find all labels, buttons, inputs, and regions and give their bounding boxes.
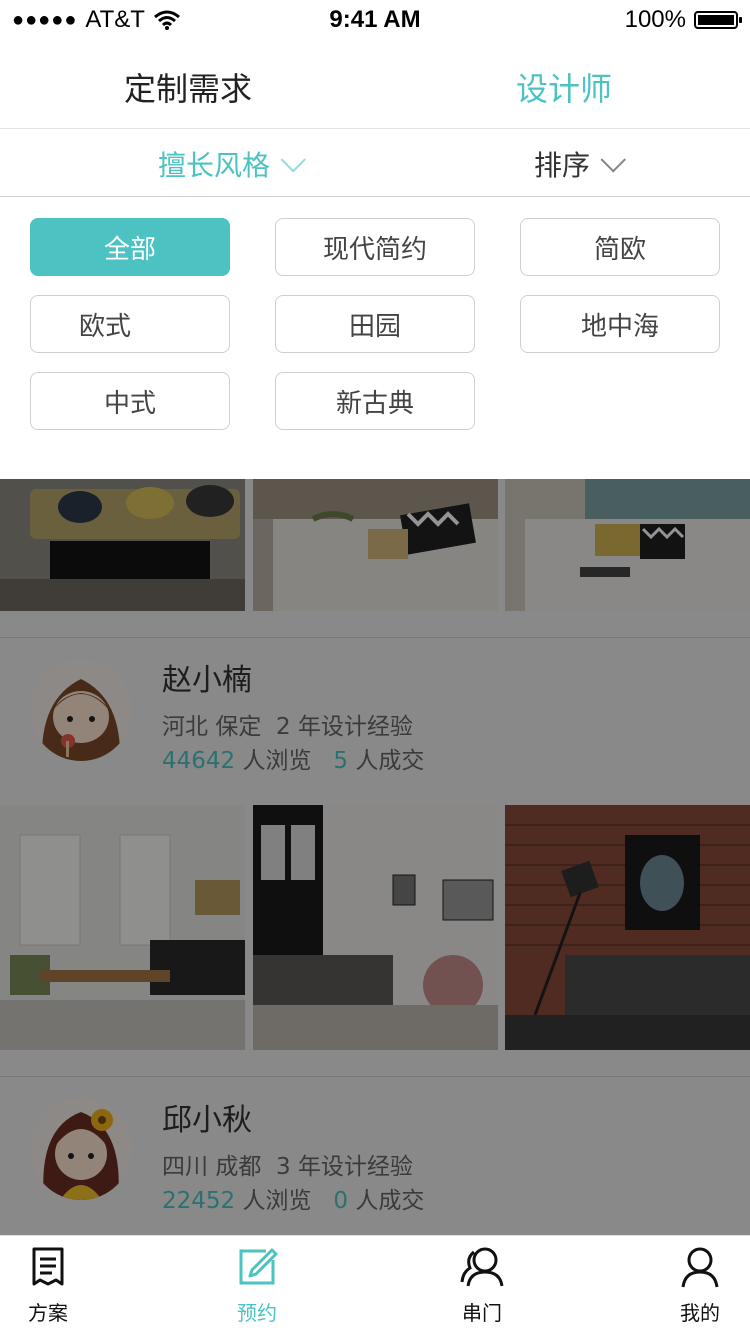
filter-bar: 擅长风格 排序 [0,128,750,197]
style-tag-simple-european[interactable]: 简欧 [520,218,720,276]
sort-label: 排序 [534,149,591,182]
avatar-illustration [30,659,132,761]
avatar-illustration [30,1098,132,1200]
style-tag-modern[interactable]: 现代简约 [275,218,475,276]
document-icon [32,1247,64,1286]
style-filter-dropdown[interactable]: 擅长风格 [158,144,306,184]
bottom-nav: 方案 预约 串门 我的 [0,1235,750,1335]
battery-icon [694,11,742,29]
user-icon [681,1247,719,1288]
battery-percent: 100% [624,6,686,33]
style-tags-panel: 全部 现代简约 简欧 欧式 田园 地中海 中式 新古典 [0,197,750,479]
views-count: 22452 [162,1188,236,1214]
room-photo [505,479,750,611]
room-photo[interactable] [0,805,245,1050]
nav-label: 串门 [462,1301,502,1325]
style-filter-label: 擅长风格 [158,149,271,182]
designer-stats: 22452 人浏览 0 人成交 [162,1188,425,1214]
style-tag-pastoral[interactable]: 田园 [275,295,475,353]
divider [0,1076,750,1077]
tab-custom-requirements[interactable]: 定制需求 [124,64,252,110]
nav-label: 预约 [237,1301,277,1325]
top-tabs: 定制需求 设计师 [0,42,750,129]
style-tag-european[interactable]: 欧式 [30,295,230,353]
divider [0,637,750,638]
nav-label: 我的 [680,1301,720,1325]
views-count: 44642 [162,748,236,774]
room-photo [0,479,245,611]
photo-strip [0,479,750,611]
avatar[interactable] [30,659,132,761]
edit-icon [239,1248,278,1285]
style-tag-mediterranean[interactable]: 地中海 [520,295,720,353]
designer-name[interactable]: 邱小秋 [162,1095,252,1139]
style-tag-chinese[interactable]: 中式 [30,372,230,430]
designer-stats: 44642 人浏览 5 人成交 [162,748,425,774]
tab-designers[interactable]: 设计师 [516,64,612,110]
room-photo[interactable] [253,805,498,1050]
nav-item-me[interactable]: 我的 [650,1246,750,1326]
designer-location: 四川 成都 3 年设计经验 [162,1154,413,1180]
users-icon [460,1247,504,1287]
sort-dropdown[interactable]: 排序 [534,144,626,184]
chevron-down-icon [600,147,626,173]
style-tag-all[interactable]: 全部 [30,218,230,276]
deals-count: 5 [333,748,349,774]
room-photo[interactable] [505,805,750,1050]
status-bar: ●●●●● AT&T 9:41 AM 100% [0,0,750,40]
designer-list: 赵小楠 河北 保定 2 年设计经验 44642 人浏览 5 人成交 邱小秋 四川… [0,479,750,1235]
chevron-down-icon [280,147,306,173]
nav-item-plans[interactable]: 方案 [0,1246,98,1326]
designer-location: 河北 保定 2 年设计经验 [162,714,413,740]
designer-name[interactable]: 赵小楠 [162,655,252,699]
room-photo [253,479,498,611]
avatar[interactable] [30,1098,132,1200]
nav-item-appointment[interactable]: 预约 [207,1246,307,1326]
nav-item-visit[interactable]: 串门 [432,1246,532,1326]
nav-label: 方案 [28,1301,68,1325]
photo-strip [0,805,750,1050]
deals-count: 0 [333,1188,349,1214]
style-tag-neoclassical[interactable]: 新古典 [275,372,475,430]
